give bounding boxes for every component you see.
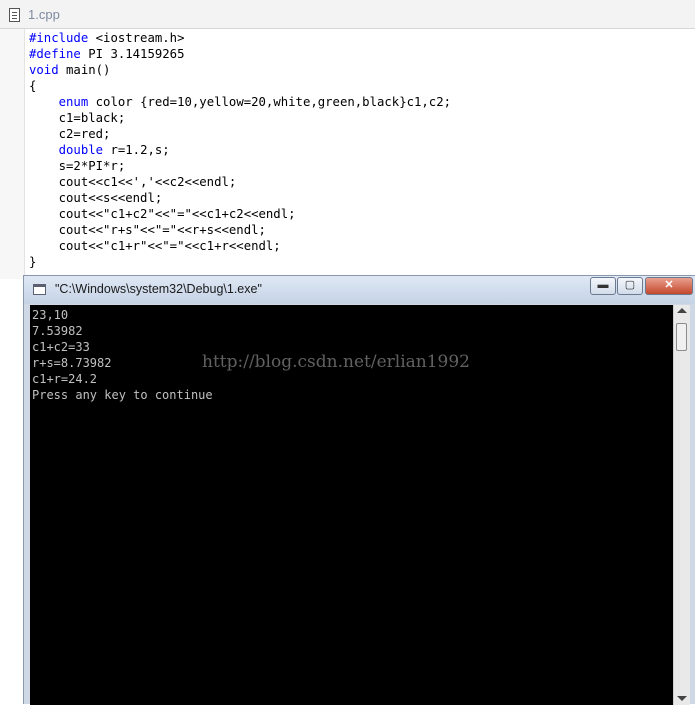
- code-text: cout<<"c1+c2"<<"="<<c1+c2<<endl;: [29, 207, 296, 221]
- code-text: cout<<"c1+r"<<"="<<c1+r<<endl;: [29, 239, 281, 253]
- editor-gutter: [0, 29, 25, 279]
- scroll-up-arrow-icon[interactable]: [677, 308, 687, 313]
- code-line[interactable]: #define PI 3.14159265: [29, 46, 451, 62]
- console-window[interactable]: "C:\Windows\system32\Debug\1.exe" ▬ ▢ ✕ …: [23, 275, 695, 705]
- code-text: s=2*PI*r;: [29, 159, 126, 173]
- code-line[interactable]: c1=black;: [29, 110, 451, 126]
- close-button[interactable]: ✕: [645, 277, 693, 295]
- code-line[interactable]: c2=red;: [29, 126, 451, 142]
- code-text: c1=black;: [29, 111, 126, 125]
- code-keyword: void: [29, 63, 59, 77]
- code-line[interactable]: #include <iostream.h>: [29, 30, 451, 46]
- code-text: color {red=10,yellow=20,white,green,blac…: [88, 95, 452, 109]
- scroll-thumb[interactable]: [676, 323, 687, 351]
- console-output-line: 7.53982: [32, 324, 83, 338]
- console-output: 23,10 7.53982 c1+c2=33 r+s=8.73982 c1+r=24.2…: [32, 307, 213, 403]
- code-line[interactable]: cout<<"c1+c2"<<"="<<c1+c2<<endl;: [29, 206, 451, 222]
- code-line[interactable]: s=2*PI*r;: [29, 158, 451, 174]
- code-line[interactable]: double r=1.2,s;: [29, 142, 451, 158]
- console-output-line: 23,10: [32, 308, 69, 322]
- console-output-line: c1+r=24.2: [32, 372, 98, 386]
- console-app-icon[interactable]: [33, 284, 46, 295]
- console-titlebar[interactable]: "C:\Windows\system32\Debug\1.exe" ▬ ▢ ✕: [24, 276, 695, 304]
- code-line[interactable]: {: [29, 78, 451, 94]
- code-line[interactable]: }: [29, 254, 451, 270]
- code-line[interactable]: void main(): [29, 62, 451, 78]
- code-keyword: #define: [29, 47, 81, 61]
- code-area[interactable]: #include <iostream.h> #define PI 3.141592…: [29, 30, 451, 270]
- console-output-line: c1+c2=33: [32, 340, 90, 354]
- console-vertical-scrollbar[interactable]: [673, 305, 690, 705]
- file-icon: [9, 8, 20, 22]
- editor-tab-title[interactable]: 1.cpp: [28, 7, 60, 22]
- editor-tab-bar: 1.cpp: [0, 0, 695, 29]
- code-text: PI 3.14159265: [80, 47, 185, 61]
- minimize-button[interactable]: ▬: [590, 277, 616, 295]
- watermark-url: http://blog.csdn.net/erlian1992: [202, 352, 470, 372]
- code-line[interactable]: cout<<"r+s"<<"="<<r+s<<endl;: [29, 222, 451, 238]
- code-text: cout<<"r+s"<<"="<<r+s<<endl;: [29, 223, 266, 237]
- code-text: c2=red;: [29, 127, 111, 141]
- console-output-line: r+s=8.73982: [32, 356, 112, 370]
- code-editor[interactable]: #include <iostream.h> #define PI 3.141592…: [0, 29, 695, 279]
- console-window-title: "C:\Windows\system32\Debug\1.exe": [55, 282, 262, 296]
- code-keyword: #include: [29, 31, 89, 45]
- maximize-button[interactable]: ▢: [617, 277, 643, 295]
- code-keyword: double: [58, 143, 104, 157]
- code-line[interactable]: cout<<s<<endl;: [29, 190, 451, 206]
- code-text: }: [29, 255, 37, 269]
- code-text: <iostream.h>: [88, 31, 185, 45]
- code-line[interactable]: enum color {red=10,yellow=20,white,green…: [29, 94, 451, 110]
- code-line[interactable]: cout<<"c1+r"<<"="<<c1+r<<endl;: [29, 238, 451, 254]
- code-keyword: enum: [58, 95, 89, 109]
- code-text: cout<<c1<<','<<c2<<endl;: [29, 175, 237, 189]
- code-text: r=1.2,s;: [103, 143, 170, 157]
- console-output-line: Press any key to continue: [32, 388, 213, 402]
- code-text: {: [29, 79, 37, 93]
- code-text: main(): [58, 63, 111, 77]
- scroll-down-arrow-icon[interactable]: [677, 696, 687, 701]
- code-line[interactable]: cout<<c1<<','<<c2<<endl;: [29, 174, 451, 190]
- code-text: cout<<s<<endl;: [29, 191, 163, 205]
